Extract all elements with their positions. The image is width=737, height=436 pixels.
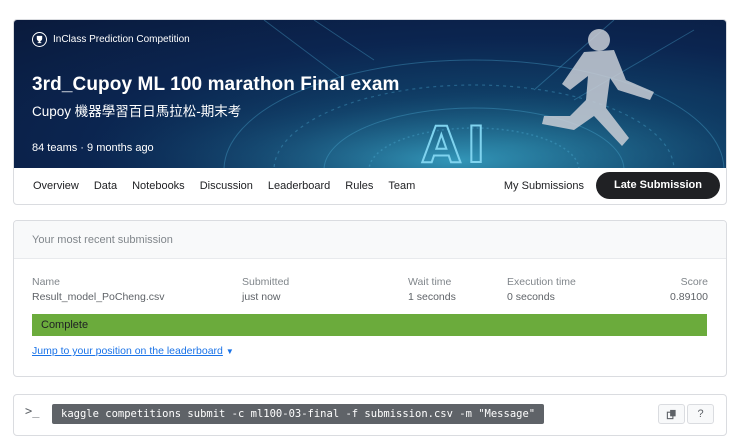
competition-type: InClass Prediction Competition bbox=[32, 32, 190, 47]
competition-title: 3rd_Cupoy ML 100 marathon Final exam bbox=[32, 74, 400, 95]
tab-overview[interactable]: Overview bbox=[33, 180, 79, 192]
tab-discussion[interactable]: Discussion bbox=[200, 180, 253, 192]
tab-team[interactable]: Team bbox=[388, 180, 415, 192]
submission-name-column: Name Result_model_PoCheng.csv bbox=[32, 276, 165, 303]
submission-card-title: Your most recent submission bbox=[32, 234, 173, 246]
submitted-label: Submitted bbox=[242, 276, 290, 288]
execution-time-label: Execution time bbox=[507, 276, 576, 288]
wait-time-label: Wait time bbox=[408, 276, 452, 288]
score-value: 0.89100 bbox=[670, 291, 708, 303]
competition-type-label: InClass Prediction Competition bbox=[53, 34, 190, 45]
api-command-text[interactable]: kaggle competitions submit -c ml100-03-f… bbox=[52, 404, 545, 424]
submission-score-column: Score 0.89100 bbox=[670, 276, 708, 303]
submission-status-bar: Complete bbox=[32, 314, 707, 336]
competition-tabs: Overview Data Notebooks Discussion Leade… bbox=[14, 168, 726, 204]
jump-to-leaderboard-link[interactable]: Jump to your position on the leaderboard… bbox=[32, 345, 234, 357]
recent-submission-card: Your most recent submission Name Result_… bbox=[13, 220, 727, 377]
submission-submitted-column: Submitted just now bbox=[242, 276, 289, 303]
api-command-card: >_ kaggle competitions submit -c ml100-0… bbox=[13, 394, 727, 436]
jump-link-label: Jump to your position on the leaderboard bbox=[32, 345, 223, 357]
submission-wait-column: Wait time 1 seconds bbox=[408, 276, 456, 303]
tab-data[interactable]: Data bbox=[94, 180, 117, 192]
terminal-prompt-icon: >_ bbox=[25, 404, 40, 418]
help-icon: ? bbox=[697, 408, 704, 420]
submission-execution-column: Execution time 0 seconds bbox=[507, 276, 576, 303]
submission-card-header: Your most recent submission bbox=[14, 221, 726, 259]
competition-banner: InClass Prediction Competition 3rd_Cupoy… bbox=[14, 20, 726, 168]
trophy-icon bbox=[32, 32, 47, 47]
score-label: Score bbox=[680, 276, 708, 288]
my-submissions-link[interactable]: My Submissions bbox=[504, 180, 584, 192]
tab-rules[interactable]: Rules bbox=[345, 180, 373, 192]
copy-command-button[interactable] bbox=[658, 404, 685, 424]
wait-time-value: 1 seconds bbox=[408, 291, 456, 303]
tab-notebooks[interactable]: Notebooks bbox=[132, 180, 185, 192]
competition-header: InClass Prediction Competition 3rd_Cupoy… bbox=[13, 19, 727, 205]
execution-time-value: 0 seconds bbox=[507, 291, 555, 303]
caret-down-icon: ▼ bbox=[225, 347, 234, 356]
competition-meta: 84 teams · 9 months ago bbox=[32, 142, 154, 154]
late-submission-button[interactable]: Late Submission bbox=[595, 172, 720, 199]
banner-ai-text: AI bbox=[421, 115, 492, 168]
help-button[interactable]: ? bbox=[687, 404, 714, 424]
submission-name-label: Name bbox=[32, 276, 61, 288]
submitted-value: just now bbox=[242, 291, 281, 303]
tab-leaderboard[interactable]: Leaderboard bbox=[268, 180, 330, 192]
submission-status-text: Complete bbox=[41, 319, 89, 331]
copy-icon bbox=[666, 409, 676, 419]
tabs-right-group: My Submissions Late Submission bbox=[504, 172, 720, 199]
submission-name-value: Result_model_PoCheng.csv bbox=[32, 291, 165, 303]
competition-subtitle: Cupoy 機器學習百日馬拉松-期末考 bbox=[32, 104, 242, 119]
